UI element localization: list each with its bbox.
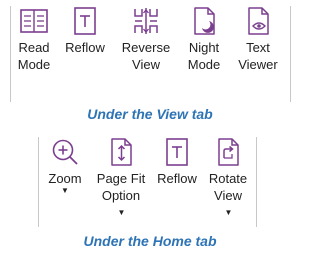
- home-tab-caption: Under the Home tab: [83, 233, 217, 249]
- zoom-label: Zoom: [48, 171, 82, 186]
- rotate-view-icon: [218, 138, 239, 166]
- zoom-icon: [52, 139, 78, 165]
- reflow-icon: [166, 138, 188, 166]
- home-reflow-label: Reflow: [157, 171, 197, 186]
- reflow-label: Reflow: [65, 40, 105, 55]
- night-mode-label-line1: Night: [188, 40, 220, 55]
- view-tab-caption: Under the View tab: [87, 106, 213, 122]
- text-viewer-label-line1: Text: [246, 40, 270, 55]
- text-viewer-icon: [248, 7, 269, 35]
- read-mode-button[interactable]: Read Mode: [15, 6, 53, 73]
- view-tab-toolbar: Read Mode Reflow Reverse View Night Mode…: [10, 6, 291, 102]
- rotate-view-label-line2: View: [214, 188, 242, 203]
- rotate-view-label-line1: Rotate: [208, 171, 248, 186]
- reverse-view-button[interactable]: Reverse View: [119, 6, 173, 73]
- home-tab-toolbar: Zoom ▼ Page Fit Option ▼ Reflow Rotate V…: [38, 137, 257, 227]
- read-mode-label-line2: Mode: [17, 57, 51, 72]
- reflow-button[interactable]: Reflow: [61, 6, 109, 56]
- read-mode-label-line1: Read: [18, 40, 50, 55]
- read-mode-icon: [20, 9, 48, 33]
- reverse-view-label-line2: View: [132, 57, 160, 72]
- page-fit-label-line2: Option: [101, 188, 141, 203]
- reverse-view-icon: [134, 8, 158, 34]
- night-mode-icon: [194, 7, 215, 35]
- home-reflow-button[interactable]: Reflow: [153, 137, 201, 187]
- night-mode-label-line2: Mode: [187, 57, 221, 72]
- zoom-button[interactable]: Zoom ▼: [45, 137, 85, 195]
- zoom-dropdown-caret-icon: ▼: [61, 186, 69, 195]
- text-viewer-button[interactable]: Text Viewer: [233, 6, 283, 73]
- reverse-view-label-line1: Reverse: [121, 40, 171, 55]
- page-fit-icon: [111, 138, 132, 166]
- text-viewer-label-line2: Viewer: [238, 57, 278, 72]
- reflow-icon: [74, 7, 96, 35]
- rotate-view-button[interactable]: Rotate View ▼: [203, 137, 253, 221]
- page-fit-label-line1: Page Fit: [96, 171, 146, 186]
- night-mode-button[interactable]: Night Mode: [183, 6, 225, 73]
- page-fit-dropdown-caret-icon: ▼: [117, 208, 126, 217]
- page-fit-option-button[interactable]: Page Fit Option ▼: [93, 137, 149, 221]
- rotate-view-dropdown-caret-icon: ▼: [224, 208, 233, 217]
